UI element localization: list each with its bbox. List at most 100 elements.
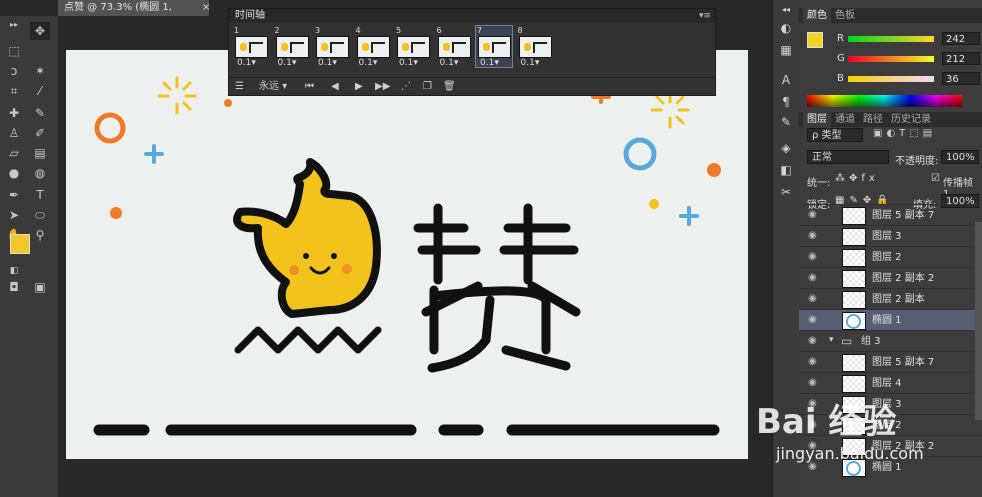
- dodge-tool-icon[interactable]: ◍: [30, 164, 50, 182]
- layer-filter-icons[interactable]: ▣◐T⬚▤: [873, 128, 936, 139]
- red-value-input[interactable]: 242: [942, 32, 980, 45]
- unify-icons[interactable]: ⁂✥fx: [835, 173, 879, 184]
- tab-color[interactable]: 颜色: [803, 8, 831, 23]
- zoom-tool-icon[interactable]: ⚲: [30, 226, 50, 244]
- expand-arrow-icon[interactable]: ▾: [829, 335, 834, 345]
- visibility-eye-icon[interactable]: ◉: [808, 314, 817, 325]
- timeline-frame[interactable]: 6 0.1▾: [436, 26, 472, 68]
- first-frame-button[interactable]: ⏮: [305, 78, 314, 95]
- timeline-frame[interactable]: 5 0.1▾: [395, 26, 431, 68]
- type-tool-icon[interactable]: T: [30, 186, 50, 204]
- duplicate-frame-icon[interactable]: ❐: [423, 78, 432, 95]
- frame-delay[interactable]: 0.1▾: [278, 59, 297, 68]
- delete-frame-icon[interactable]: 🗑: [443, 78, 456, 95]
- visibility-eye-icon[interactable]: ◉: [808, 335, 817, 346]
- frame-delay[interactable]: 0.1▾: [480, 59, 499, 68]
- frame-delay[interactable]: 0.1▾: [399, 59, 418, 68]
- color-panel-icon[interactable]: ◐: [778, 20, 794, 36]
- pen-tool-icon[interactable]: ✒: [4, 186, 24, 204]
- tab-history[interactable]: 历史记录: [887, 112, 935, 127]
- magic-wand-tool-icon[interactable]: ✶: [30, 62, 50, 80]
- timeline-frame[interactable]: 1 0.1▾: [233, 26, 269, 68]
- color-panel-foreground-swatch[interactable]: [807, 32, 823, 48]
- marquee-tool-icon[interactable]: ⬚: [4, 42, 24, 60]
- visibility-eye-icon[interactable]: ◉: [808, 293, 817, 304]
- color-spectrum[interactable]: [807, 95, 962, 107]
- tab-paths[interactable]: 路径: [859, 112, 887, 127]
- character-panel-icon[interactable]: A: [778, 72, 794, 88]
- brush-tool-icon[interactable]: ✎: [30, 104, 50, 122]
- loop-select[interactable]: 永远 ▾: [259, 78, 287, 95]
- eraser-tool-icon[interactable]: ▱: [4, 144, 24, 162]
- close-document-icon[interactable]: ×: [202, 0, 210, 16]
- move-tool-icon[interactable]: ✥: [30, 22, 50, 40]
- paragraph-panel-icon[interactable]: ¶: [778, 94, 794, 110]
- path-selection-tool-icon[interactable]: ➤: [4, 206, 24, 224]
- blue-value-input[interactable]: 36: [942, 72, 980, 85]
- history-brush-tool-icon[interactable]: ✐: [30, 124, 50, 142]
- channels-panel-icon[interactable]: ◧: [778, 162, 794, 178]
- lasso-tool-icon[interactable]: ↄ: [4, 62, 24, 80]
- layer-row[interactable]: ◉ 图层 5 副本 7: [799, 204, 982, 226]
- layer-kind-filter[interactable]: ρ 类型: [807, 128, 863, 142]
- previous-frame-button[interactable]: ◀: [331, 78, 339, 95]
- clone-stamp-tool-icon[interactable]: ♙: [4, 124, 24, 142]
- brush-panel-icon[interactable]: ✎: [778, 114, 794, 130]
- layer-row[interactable]: ◉ 图层 2 副本: [799, 288, 982, 310]
- layer-row[interactable]: ◉ 图层 2: [799, 246, 982, 268]
- layer-row[interactable]: ◉ 图层 5 副本 7: [799, 351, 982, 373]
- tab-swatches[interactable]: 色板: [831, 8, 859, 23]
- visibility-eye-icon[interactable]: ◉: [808, 209, 817, 220]
- timeline-frame[interactable]: 8 0.1▾: [517, 26, 553, 68]
- screen-mode-icon[interactable]: ▣: [30, 278, 50, 296]
- propagate-checkbox[interactable]: ☑: [931, 173, 940, 184]
- layer-row[interactable]: ◉ 图层 2 副本 2: [799, 267, 982, 289]
- timeline-frame[interactable]: 4 0.1▾: [355, 26, 391, 68]
- tab-layers[interactable]: 图层: [803, 112, 831, 127]
- visibility-eye-icon[interactable]: ◉: [808, 251, 817, 262]
- gradient-tool-icon[interactable]: ▤: [30, 144, 50, 162]
- layer-group-row[interactable]: ◉ ▾ ▭ 组 3: [799, 330, 982, 352]
- ellipse-tool-icon[interactable]: ⬭: [30, 206, 50, 224]
- timeline-frame[interactable]: 2 0.1▾: [274, 26, 310, 68]
- frame-delay[interactable]: 0.1▾: [521, 59, 540, 68]
- frame-delay[interactable]: 0.1▾: [318, 59, 337, 68]
- quick-mask-icon[interactable]: ◘: [4, 278, 24, 296]
- visibility-eye-icon[interactable]: ◉: [808, 272, 817, 283]
- foreground-color-swatch[interactable]: [10, 234, 30, 254]
- crop-tool-icon[interactable]: ⌗: [4, 82, 24, 100]
- convert-timeline-icon[interactable]: ☰: [235, 78, 244, 95]
- frame-delay[interactable]: 0.1▾: [237, 59, 256, 68]
- tab-channels[interactable]: 通道: [831, 112, 859, 127]
- swatches-panel-icon[interactable]: ▦: [778, 42, 794, 58]
- layer-row[interactable]: ◉ 图层 3: [799, 225, 982, 247]
- visibility-eye-icon[interactable]: ◉: [808, 377, 817, 388]
- collapse-icon[interactable]: ◂◂: [778, 2, 794, 18]
- play-button[interactable]: ▶: [355, 78, 363, 95]
- timeline-frame[interactable]: 7 0.1▾: [475, 25, 513, 68]
- green-value-input[interactable]: 212: [942, 52, 980, 65]
- canvas[interactable]: [66, 50, 748, 459]
- blur-tool-icon[interactable]: ●: [4, 164, 24, 182]
- opacity-input[interactable]: 100%: [941, 150, 979, 164]
- tween-icon[interactable]: ⋰: [401, 78, 411, 95]
- frame-delay[interactable]: 0.1▾: [359, 59, 378, 68]
- layer-row[interactable]: ◉ 椭圆 1: [799, 309, 982, 331]
- layer-name: 图层 3: [872, 231, 902, 242]
- next-frame-button[interactable]: ▶▶: [375, 78, 390, 95]
- document-tab[interactable]: 点赞 @ 73.3% (椭圆 1, RGB/8) *: [58, 0, 210, 29]
- healing-brush-tool-icon[interactable]: ✚: [4, 104, 24, 122]
- frame-delay[interactable]: 0.1▾: [440, 59, 459, 68]
- blue-slider[interactable]: [848, 76, 934, 82]
- blend-mode-select[interactable]: 正常: [807, 150, 889, 164]
- collapse-icon[interactable]: ▸▸: [4, 16, 24, 34]
- timeline-menu-icon[interactable]: ▾≡: [699, 9, 711, 23]
- layers-panel-icon[interactable]: ◈: [778, 140, 794, 156]
- adjustments-panel-icon[interactable]: ✂: [778, 184, 794, 200]
- visibility-eye-icon[interactable]: ◉: [808, 356, 817, 367]
- eyedropper-tool-icon[interactable]: ⁄: [30, 82, 50, 100]
- green-slider[interactable]: [848, 56, 934, 62]
- red-slider[interactable]: [848, 36, 934, 42]
- timeline-frame[interactable]: 3 0.1▾: [314, 26, 350, 68]
- visibility-eye-icon[interactable]: ◉: [808, 230, 817, 241]
